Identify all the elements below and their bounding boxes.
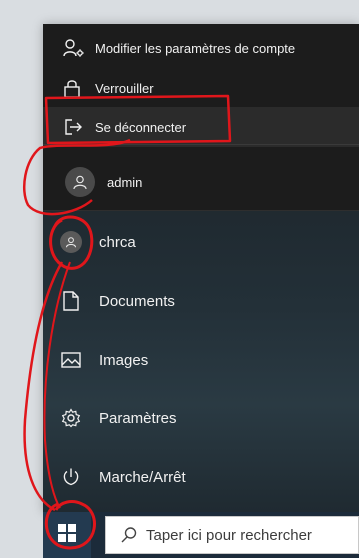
change-account-settings-label: Modifier les paramètres de compte [95,40,296,56]
current-user-button[interactable]: chrca [43,214,359,270]
sign-out-label: Se déconnecter [95,119,187,135]
documents-item[interactable]: Documents [43,273,359,329]
account-flyout: Modifier les paramètres de compte Verrou… [43,24,359,211]
change-account-settings-item[interactable]: Modifier les paramètres de compte [43,28,359,68]
search-box[interactable]: Taper ici pour rechercher [105,516,359,554]
flyout-divider [43,144,359,145]
sign-out-icon [63,117,95,137]
gear-icon [43,408,99,428]
windows-logo-icon [58,523,76,547]
taskbar: Taper ici pour rechercher [43,512,359,558]
sign-out-item[interactable]: Se déconnecter [43,107,359,147]
document-icon [43,291,99,311]
search-placeholder: Taper ici pour rechercher [146,526,312,544]
lock-icon [63,78,95,98]
start-button[interactable] [43,512,91,558]
start-menu: Modifier les paramètres de compte Verrou… [43,24,359,512]
images-item[interactable]: Images [43,332,359,388]
search-icon [112,526,146,544]
settings-label: Paramètres [99,409,177,427]
power-icon [43,467,99,487]
user-avatar-icon [65,167,107,197]
image-icon [43,352,99,368]
account-settings-icon [63,38,95,58]
images-label: Images [99,351,149,369]
power-item[interactable]: Marche/Arrêt [43,449,359,505]
switch-user-admin[interactable]: admin [43,160,359,204]
current-user-label: chrca [99,233,136,251]
power-label: Marche/Arrêt [99,468,186,486]
settings-item[interactable]: Paramètres [43,390,359,446]
documents-label: Documents [99,292,175,310]
lock-label: Verrouiller [95,80,154,96]
lock-item[interactable]: Verrouiller [43,68,359,108]
admin-user-label: admin [107,174,143,190]
current-user-avatar-icon [43,231,99,253]
